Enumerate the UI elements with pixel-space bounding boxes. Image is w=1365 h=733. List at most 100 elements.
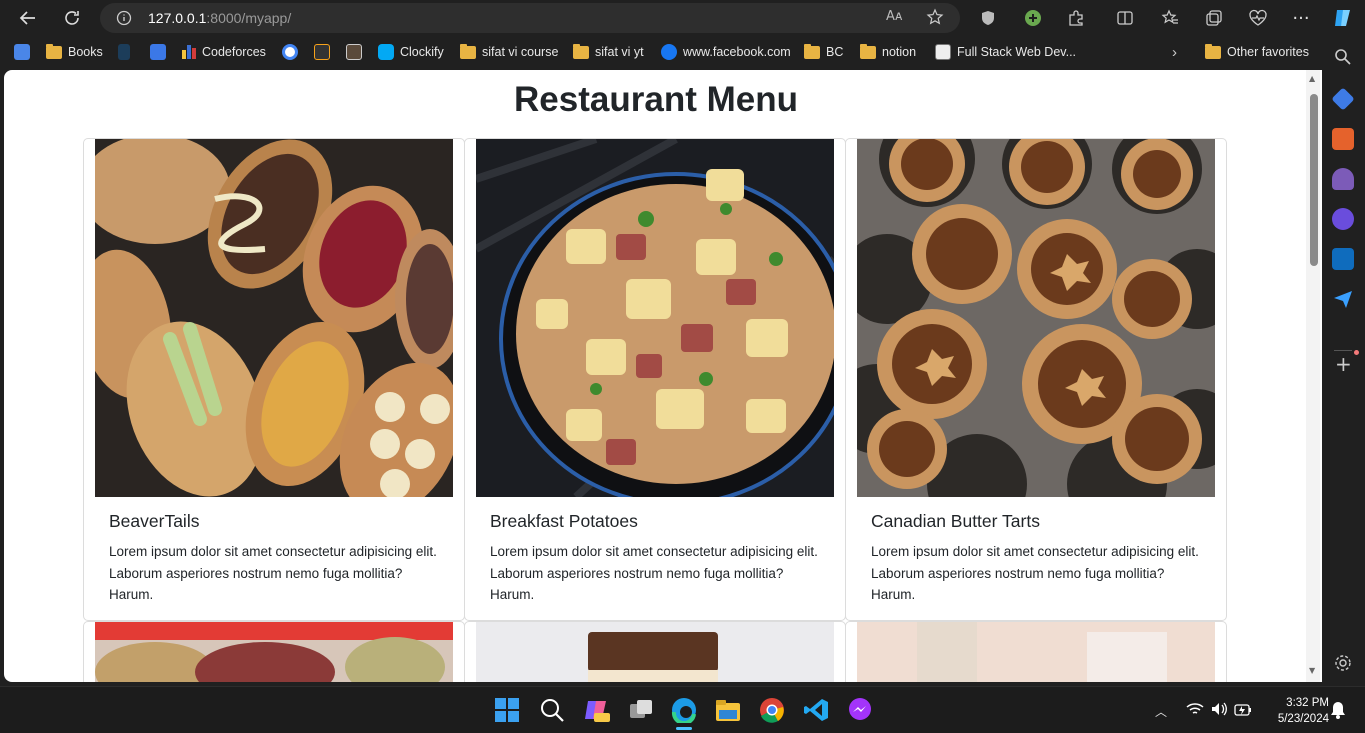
- extensions-puzzle-icon[interactable]: [1064, 6, 1088, 30]
- favorite-star-icon[interactable]: [926, 8, 944, 30]
- battery-icon[interactable]: [1234, 702, 1252, 721]
- bookmark-books[interactable]: Books: [46, 43, 103, 61]
- split-screen-icon[interactable]: [1113, 6, 1137, 30]
- scrollbar-thumb[interactable]: [1310, 94, 1318, 266]
- more-menu-icon[interactable]: ···: [1289, 6, 1313, 30]
- bookmark-codeforces[interactable]: Codeforces: [182, 43, 266, 61]
- chevron-right-icon[interactable]: ›: [1172, 43, 1177, 61]
- copilot-pre-icon[interactable]: [584, 697, 610, 723]
- url-text: 127.0.0.1:8000/myapp/: [148, 10, 291, 26]
- codeforces-icon: [182, 45, 196, 59]
- bookmark-label: sifat vi course: [482, 45, 559, 59]
- bookmark-label: Books: [68, 45, 103, 59]
- chevron-up-icon[interactable]: ︿: [1155, 703, 1167, 720]
- bookmark-site[interactable]: [314, 43, 330, 61]
- menu-card: [83, 621, 465, 682]
- folder-icon: [460, 43, 476, 59]
- start-icon[interactable]: [494, 697, 520, 723]
- system-clock[interactable]: 3:32 PM 5/23/2024: [1278, 695, 1329, 727]
- bookmark-label: notion: [882, 45, 917, 59]
- read-aloud-icon[interactable]: Aᴀ: [886, 9, 903, 24]
- bookmark-calendar[interactable]: [150, 43, 166, 61]
- menu-card: Breakfast Potatoes Lorem ipsum dolor sit…: [464, 138, 846, 621]
- bookmark-google-translate[interactable]: [14, 43, 30, 61]
- active-indicator: [676, 727, 692, 730]
- menu-card: [464, 621, 846, 682]
- scroll-up-icon[interactable]: ▲: [1309, 74, 1315, 83]
- clock-time: 3:32 PM: [1286, 697, 1329, 709]
- card-text: Lorem ipsum dolor sit amet consectetur a…: [109, 544, 437, 602]
- food-photo: [476, 622, 834, 682]
- card-title: Canadian Butter Tarts: [871, 511, 1040, 531]
- shield-icon[interactable]: [976, 6, 1000, 30]
- cc-icon: [346, 44, 362, 60]
- bookmark-label: Clockify: [400, 45, 444, 59]
- site-info-icon[interactable]: [116, 10, 132, 30]
- food-photo: [857, 622, 1215, 682]
- file-explorer-icon[interactable]: [715, 697, 741, 723]
- browser-essentials-icon[interactable]: [1246, 6, 1270, 30]
- taskbar: ︿ 3:32 PM 5/23/2024: [0, 686, 1365, 733]
- outlook-icon[interactable]: [1332, 248, 1354, 270]
- bookmark-sifat-vi-yt[interactable]: sifat vi yt: [573, 43, 644, 61]
- bookmark-google[interactable]: [282, 43, 298, 61]
- menu-card: BeaverTails Lorem ipsum dolor sit amet c…: [83, 138, 465, 621]
- folder-icon: [860, 43, 876, 59]
- scroll-down-icon[interactable]: ▼: [1309, 666, 1315, 675]
- breakfast-potatoes-photo: [476, 139, 834, 497]
- edge-icon[interactable]: [671, 697, 697, 725]
- bookmark-label: sifat vi yt: [595, 45, 644, 59]
- send-icon[interactable]: [1332, 288, 1354, 310]
- favorites-bar: Books Codeforces Clockify sifat vi cours…: [0, 36, 1322, 68]
- search-icon[interactable]: [1334, 48, 1352, 70]
- notification-bell-icon[interactable]: [1330, 701, 1346, 723]
- copilot-icon[interactable]: [1331, 6, 1355, 30]
- bookmark-app[interactable]: [118, 43, 130, 61]
- bookmark-label: Codeforces: [202, 45, 266, 59]
- add-icon[interactable]: +: [1335, 352, 1352, 376]
- page-viewport: Restaurant Menu BeaverTails Lorem ipsum …: [4, 70, 1322, 682]
- task-view-icon[interactable]: [628, 697, 654, 723]
- site-icon: [314, 44, 330, 60]
- chrome-icon[interactable]: [759, 697, 785, 723]
- clockify-icon: [378, 44, 394, 60]
- bookmark-clockify[interactable]: Clockify: [378, 43, 444, 61]
- bookmark-other-favorites[interactable]: Other favorites: [1205, 43, 1309, 61]
- menu-card: [845, 621, 1227, 682]
- vscode-icon[interactable]: [803, 697, 829, 723]
- beavertails-photo: [95, 139, 453, 497]
- extension-plus-icon[interactable]: [1021, 6, 1045, 30]
- address-bar[interactable]: 127.0.0.1:8000/myapp/ Aᴀ: [100, 3, 960, 33]
- wifi-icon[interactable]: [1186, 701, 1204, 721]
- refresh-icon[interactable]: [60, 6, 84, 30]
- menu-card: Canadian Butter Tarts Lorem ipsum dolor …: [845, 138, 1227, 621]
- bookmark-facebook[interactable]: www.facebook.com: [661, 43, 791, 61]
- settings-gear-icon[interactable]: [1334, 654, 1352, 676]
- tools-icon[interactable]: [1332, 128, 1354, 150]
- messenger-icon[interactable]: [847, 697, 873, 723]
- scrollbar[interactable]: ▲ ▼: [1306, 70, 1320, 682]
- bookmark-label: www.facebook.com: [683, 45, 791, 59]
- food-photo: [95, 622, 453, 682]
- folder-icon: [1205, 43, 1221, 59]
- games-icon[interactable]: [1332, 168, 1354, 190]
- microsoft-365-icon[interactable]: [1332, 208, 1354, 230]
- bookmark-sifat-vi-course[interactable]: sifat vi course: [460, 43, 558, 61]
- search-icon[interactable]: [539, 697, 565, 723]
- favorites-icon[interactable]: [1158, 6, 1182, 30]
- collections-icon[interactable]: [1202, 6, 1226, 30]
- card-text: Lorem ipsum dolor sit amet consectetur a…: [871, 544, 1199, 602]
- volume-icon[interactable]: [1210, 701, 1228, 721]
- bookmark-bc[interactable]: BC: [804, 43, 843, 61]
- edge-sidebar: +: [1322, 36, 1365, 686]
- bookmark-cc[interactable]: [346, 43, 362, 61]
- url-path: :8000/myapp/: [206, 10, 292, 26]
- back-icon[interactable]: [16, 6, 40, 30]
- bookmark-label: Full Stack Web Dev...: [957, 45, 1077, 59]
- shopping-tag-icon[interactable]: [1331, 87, 1355, 111]
- bookmark-full-stack[interactable]: Full Stack Web Dev...: [935, 43, 1076, 61]
- app-icon: [118, 44, 130, 60]
- bookmark-notion[interactable]: notion: [860, 43, 916, 61]
- bookmark-label: Other favorites: [1227, 45, 1309, 59]
- facebook-icon: [661, 44, 677, 60]
